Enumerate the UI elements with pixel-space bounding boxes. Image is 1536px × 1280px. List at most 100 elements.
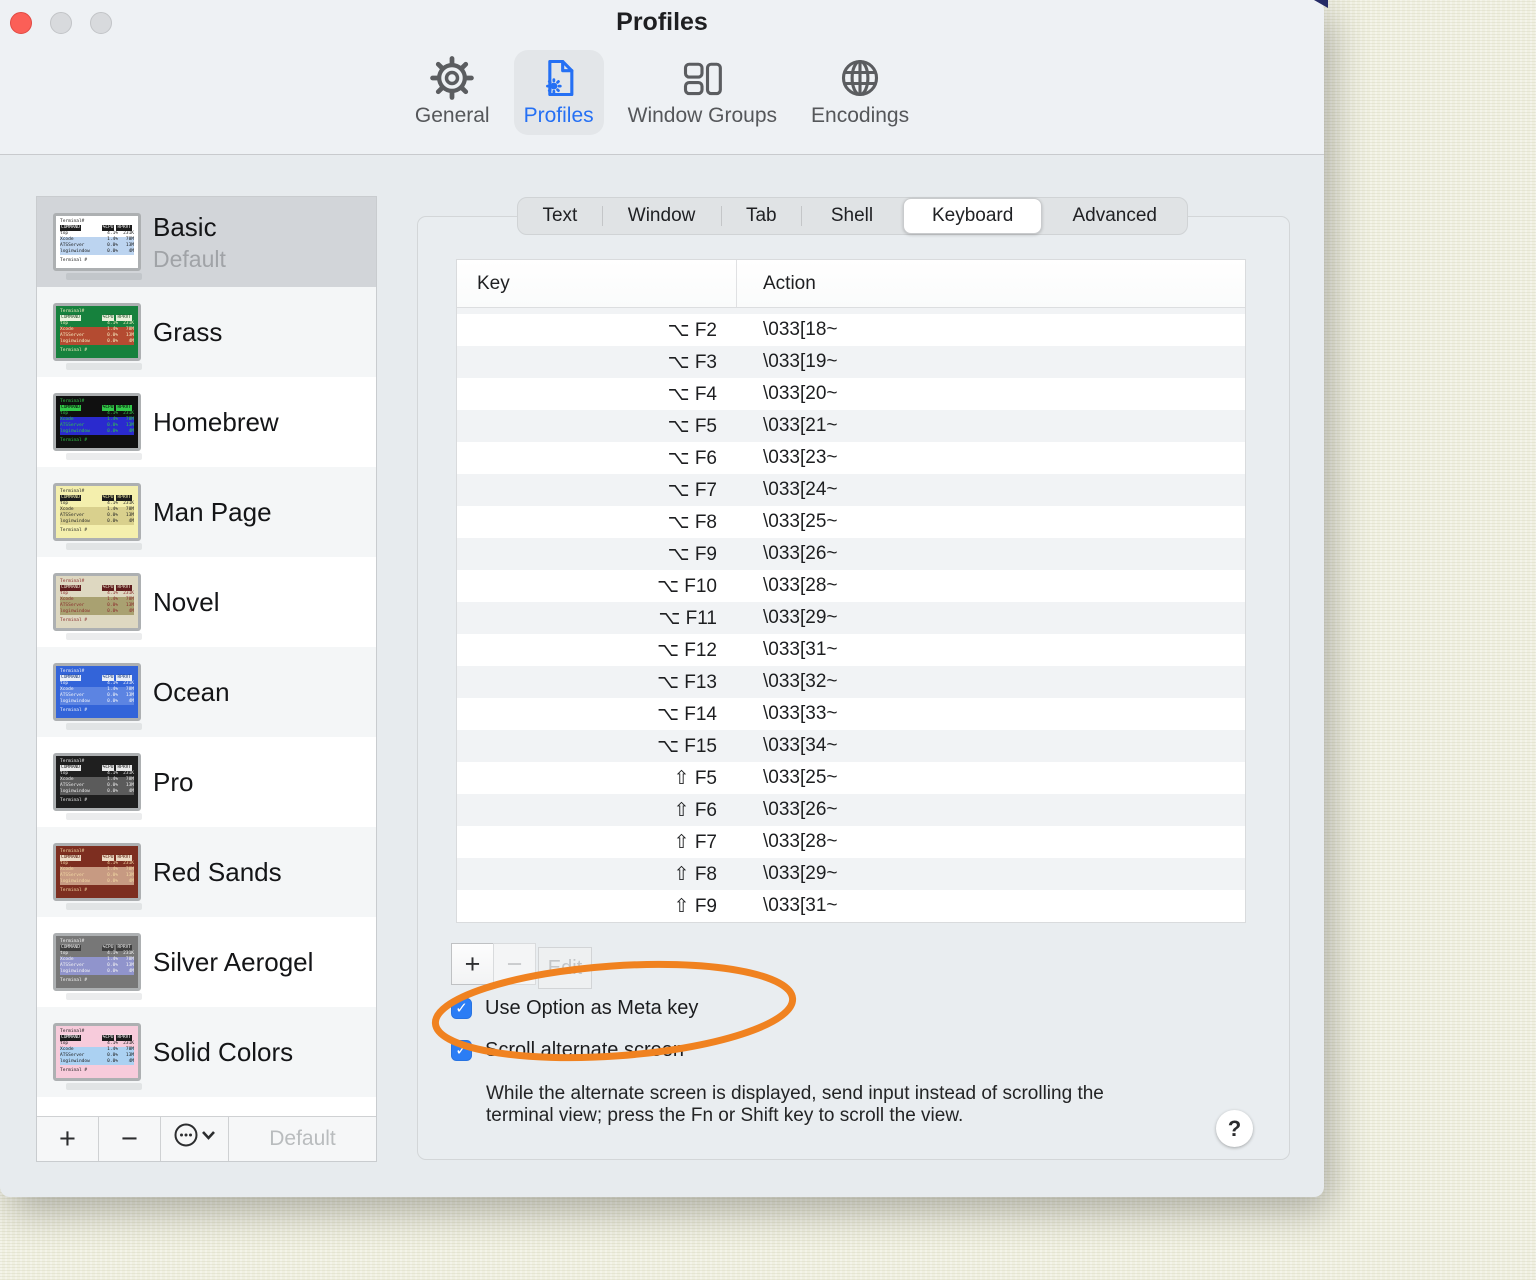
preferences-window: Profiles General Profiles Window Groups … bbox=[0, 0, 1324, 1197]
table-row[interactable]: ⌥ F3 \033[19~ bbox=[457, 346, 1245, 378]
remove-binding-button[interactable]: − bbox=[493, 943, 536, 985]
thumb-process-row: loginwindow 0.0% 4M bbox=[60, 1059, 134, 1066]
thumb-prompt: Terminal # bbox=[60, 1068, 88, 1074]
table-row[interactable]: ⇧ F7 \033[28~ bbox=[457, 826, 1245, 858]
profile-name: Basic bbox=[153, 211, 217, 242]
scroll-alternate-screen-row: ✓ Scroll alternate screen bbox=[451, 1039, 684, 1062]
add-profile-button[interactable]: + bbox=[37, 1117, 99, 1161]
thumb-prompt: Terminal # bbox=[60, 618, 88, 624]
toolbar-item-window-groups[interactable]: Window Groups bbox=[618, 50, 787, 135]
set-default-button[interactable]: Default bbox=[229, 1117, 376, 1161]
table-row[interactable]: ⌥ F2 \033[18~ bbox=[457, 314, 1245, 346]
profile-item-man-page[interactable]: Terminal# COMMAND %CPU RPRVT top 4.1% 231K… bbox=[37, 467, 376, 557]
edit-binding-button[interactable]: Edit bbox=[538, 947, 592, 989]
thumb-process-row: loginwindow 0.0% 4M bbox=[60, 339, 134, 346]
terminal-preview-screen: Terminal# COMMAND %CPU RPRVT top 4.1% 231K… bbox=[56, 396, 138, 448]
thumbnail-shadow bbox=[66, 723, 142, 730]
alternate-screen-help-text: While the alternate screen is displayed,… bbox=[486, 1083, 1104, 1126]
toolbar-item-encodings[interactable]: Encodings bbox=[801, 50, 919, 135]
profile-item-silver-aerogel[interactable]: Terminal# COMMAND %CPU RPRVT top 4.1% 231K… bbox=[37, 917, 376, 1007]
profile-name: Solid Colors bbox=[153, 1036, 294, 1067]
thumbnail-shadow bbox=[66, 993, 142, 1000]
table-row[interactable]: ⌥ F8 \033[25~ bbox=[457, 506, 1245, 538]
terminal-preview-screen: Terminal# COMMAND %CPU RPRVT top 4.1% 231K… bbox=[56, 936, 138, 988]
tab-keyboard[interactable]: Keyboard bbox=[902, 198, 1043, 234]
profile-name: Ocean bbox=[153, 676, 230, 707]
profile-item-solid-colors[interactable]: Terminal# COMMAND %CPU RPRVT top 4.1% 231K… bbox=[37, 1007, 376, 1097]
profiles-sidebar: Terminal# COMMAND %CPU RPRVT top 4.1% 231K… bbox=[36, 196, 377, 1162]
profile-name: Novel bbox=[153, 586, 220, 617]
thumbnail-shadow bbox=[66, 363, 142, 370]
table-row[interactable]: ⌥ F15 \033[34~ bbox=[457, 730, 1245, 762]
thumb-process-row: loginwindow 0.0% 4M bbox=[60, 789, 134, 796]
table-header: Key Action bbox=[457, 260, 1245, 308]
thumb-process-row: loginwindow 0.0% 4M bbox=[60, 249, 134, 256]
table-row[interactable]: ⌥ F12 \033[31~ bbox=[457, 634, 1245, 666]
profile-item-novel[interactable]: Terminal# COMMAND %CPU RPRVT top 4.1% 231K… bbox=[37, 557, 376, 647]
table-row[interactable]: ⌥ F7 \033[24~ bbox=[457, 474, 1245, 506]
globe-icon bbox=[837, 55, 883, 101]
tab-shell[interactable]: Shell bbox=[801, 198, 903, 234]
scroll-alternate-screen-checkbox[interactable]: ✓ bbox=[451, 1040, 472, 1061]
table-row[interactable]: ⌥ F10 \033[28~ bbox=[457, 570, 1245, 602]
profile-item-grass[interactable]: Terminal# COMMAND %CPU RPRVT top 4.1% 231K… bbox=[37, 287, 376, 377]
terminal-preview-screen: Terminal# COMMAND %CPU RPRVT top 4.1% 231K… bbox=[56, 756, 138, 808]
table-row[interactable]: ⌥ F11 \033[29~ bbox=[457, 602, 1245, 634]
table-row[interactable]: ⌥ F4 \033[20~ bbox=[457, 378, 1245, 410]
terminal-preview-screen: Terminal# COMMAND %CPU RPRVT top 4.1% 231K… bbox=[56, 666, 138, 718]
profile-name: Homebrew bbox=[153, 406, 279, 437]
thumb-prompt: Terminal # bbox=[60, 888, 88, 894]
profile-item-ocean[interactable]: Terminal# COMMAND %CPU RPRVT top 4.1% 231K… bbox=[37, 647, 376, 737]
tab-text[interactable]: Text bbox=[518, 198, 602, 234]
table-row[interactable]: ⌥ F5 \033[21~ bbox=[457, 410, 1245, 442]
profile-thumbnail: Terminal# COMMAND %CPU RPRVT top 4.1% 231K… bbox=[53, 753, 141, 811]
add-binding-button[interactable]: + bbox=[451, 943, 494, 985]
column-header-action[interactable]: Action bbox=[737, 273, 816, 295]
tab-tab[interactable]: Tab bbox=[721, 198, 801, 234]
table-row[interactable]: ⌥ F6 \033[23~ bbox=[457, 442, 1245, 474]
gear-icon bbox=[429, 55, 475, 101]
toolbar-item-general[interactable]: General bbox=[405, 50, 500, 135]
table-row[interactable]: ⇧ F9 \033[31~ bbox=[457, 890, 1245, 922]
toolbar-label: Profiles bbox=[523, 104, 594, 127]
profile-actions-button[interactable] bbox=[161, 1117, 229, 1161]
profile-item-red-sands[interactable]: Terminal# COMMAND %CPU RPRVT top 4.1% 231K… bbox=[37, 827, 376, 917]
thumbnail-shadow bbox=[66, 813, 142, 820]
thumb-prompt: Terminal # bbox=[60, 798, 88, 804]
profile-name: Man Page bbox=[153, 496, 272, 527]
checkmark-icon: ✓ bbox=[455, 1000, 468, 1017]
remove-profile-button[interactable]: − bbox=[99, 1117, 161, 1161]
profile-thumbnail: Terminal# COMMAND %CPU RPRVT top 4.1% 231K… bbox=[53, 303, 141, 361]
tab-window[interactable]: Window bbox=[601, 198, 722, 234]
checkbox-label: Use Option as Meta key bbox=[485, 997, 699, 1019]
thumbnail-shadow bbox=[66, 453, 142, 460]
terminal-preview-screen: Terminal# COMMAND %CPU RPRVT top 4.1% 231K… bbox=[56, 306, 138, 358]
table-row[interactable]: ⌥ F14 \033[33~ bbox=[457, 698, 1245, 730]
table-row[interactable]: ⇧ F8 \033[29~ bbox=[457, 858, 1245, 890]
thumb-prompt: Terminal # bbox=[60, 708, 88, 714]
column-header-key[interactable]: Key bbox=[457, 260, 737, 307]
terminal-preview-screen: Terminal# COMMAND %CPU RPRVT top 4.1% 231K… bbox=[56, 1026, 138, 1078]
toolbar-label: General bbox=[414, 104, 490, 127]
toolbar-label: Encodings bbox=[811, 104, 910, 127]
profile-item-homebrew[interactable]: Terminal# COMMAND %CPU RPRVT top 4.1% 231K… bbox=[37, 377, 376, 467]
toolbar-item-profiles[interactable]: Profiles bbox=[513, 50, 604, 135]
table-row[interactable]: ⌥ F13 \033[32~ bbox=[457, 666, 1245, 698]
profile-document-icon bbox=[536, 55, 582, 101]
profile-thumbnail: Terminal# COMMAND %CPU RPRVT top 4.1% 231K… bbox=[53, 573, 141, 631]
profile-thumbnail: Terminal# COMMAND %CPU RPRVT top 4.1% 231K… bbox=[53, 213, 141, 271]
tab-advanced[interactable]: Advanced bbox=[1042, 198, 1187, 234]
profile-item-pro[interactable]: Terminal# COMMAND %CPU RPRVT top 4.1% 231K… bbox=[37, 737, 376, 827]
checkmark-icon: ✓ bbox=[455, 1042, 468, 1059]
sidebar-footer: + − Default bbox=[37, 1116, 376, 1161]
profile-name: Pro bbox=[153, 766, 194, 797]
profile-thumbnail: Terminal# COMMAND %CPU RPRVT top 4.1% 231K… bbox=[53, 393, 141, 451]
table-row[interactable]: ⇧ F6 \033[26~ bbox=[457, 794, 1245, 826]
use-option-as-meta-checkbox[interactable]: ✓ bbox=[451, 998, 472, 1019]
table-row[interactable]: ⇧ F5 \033[25~ bbox=[457, 762, 1245, 794]
window-title: Profiles bbox=[616, 8, 708, 36]
table-row[interactable]: ⌥ F9 \033[26~ bbox=[457, 538, 1245, 570]
thumb-process-row: loginwindow 0.0% 4M bbox=[60, 609, 134, 616]
profile-item-basic[interactable]: Terminal# COMMAND %CPU RPRVT top 4.1% 231K… bbox=[37, 197, 376, 287]
help-button[interactable]: ? bbox=[1216, 1110, 1253, 1147]
